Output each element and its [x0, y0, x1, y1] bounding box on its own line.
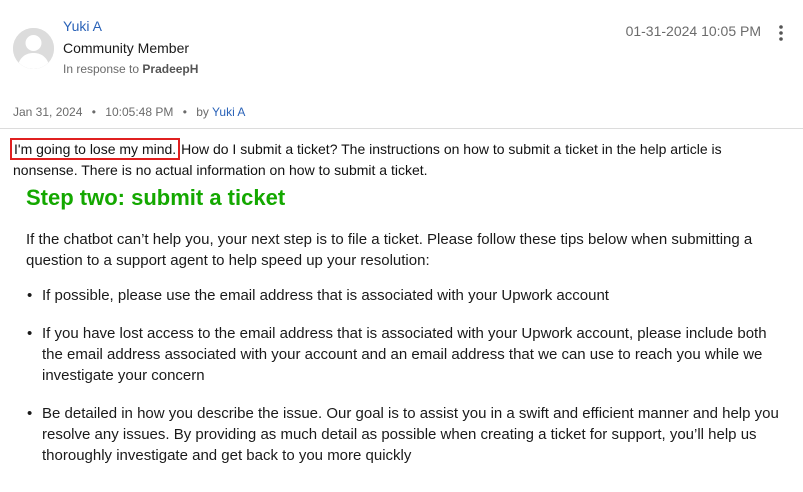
post-datetime: 01-31-2024 10:05 PM [625, 23, 761, 39]
tip-text: Be detailed in how you describe the issu… [42, 405, 779, 464]
bullet-icon: • [27, 405, 33, 422]
post-header: Yuki A Community Member In response to P… [0, 0, 803, 100]
list-item: • If possible, please use the email addr… [26, 285, 788, 306]
meta-separator: • [182, 105, 187, 119]
meta-separator: • [91, 105, 96, 119]
tips-list: • If possible, please use the email addr… [26, 285, 788, 466]
list-item: • Be detailed in how you describe the is… [26, 403, 788, 466]
meta-author-link[interactable]: Yuki A [212, 105, 245, 119]
author-rank: Community Member [63, 40, 190, 56]
post-meta-line: Jan 31, 2024 • 10:05:48 PM • by Yuki A [13, 104, 245, 120]
list-item: • If you have lost access to the email a… [26, 323, 788, 386]
header-divider [0, 128, 803, 129]
tip-text: If you have lost access to the email add… [42, 325, 767, 384]
author-name-link[interactable]: Yuki A [63, 17, 198, 35]
in-response-line: In response to PradeepH [63, 61, 198, 77]
tip-text: If possible, please use the email addres… [42, 287, 609, 304]
meta-by-label: by [196, 105, 209, 119]
article-intro: If the chatbot can’t help you, your next… [26, 231, 753, 269]
bullet-icon: • [27, 325, 33, 342]
highlighted-phrase: I'm going to lose my mind. [9, 138, 181, 160]
meta-date: Jan 31, 2024 [13, 105, 83, 119]
message-body: I'm going to lose my mind. How do I subm… [9, 138, 788, 181]
kebab-menu-icon[interactable] [772, 22, 790, 44]
article-heading: Step two: submit a ticket [26, 185, 286, 210]
in-response-prefix: In response to [63, 62, 140, 76]
meta-time: 10:05:48 PM [105, 105, 174, 119]
quoted-help-article: Step two: submit a ticket If the chatbot… [26, 184, 788, 483]
user-avatar-icon[interactable] [13, 28, 54, 69]
author-block: Yuki A Community Member In response to P… [63, 17, 198, 77]
in-response-user-link[interactable]: PradeepH [142, 62, 198, 76]
bullet-icon: • [27, 287, 33, 304]
